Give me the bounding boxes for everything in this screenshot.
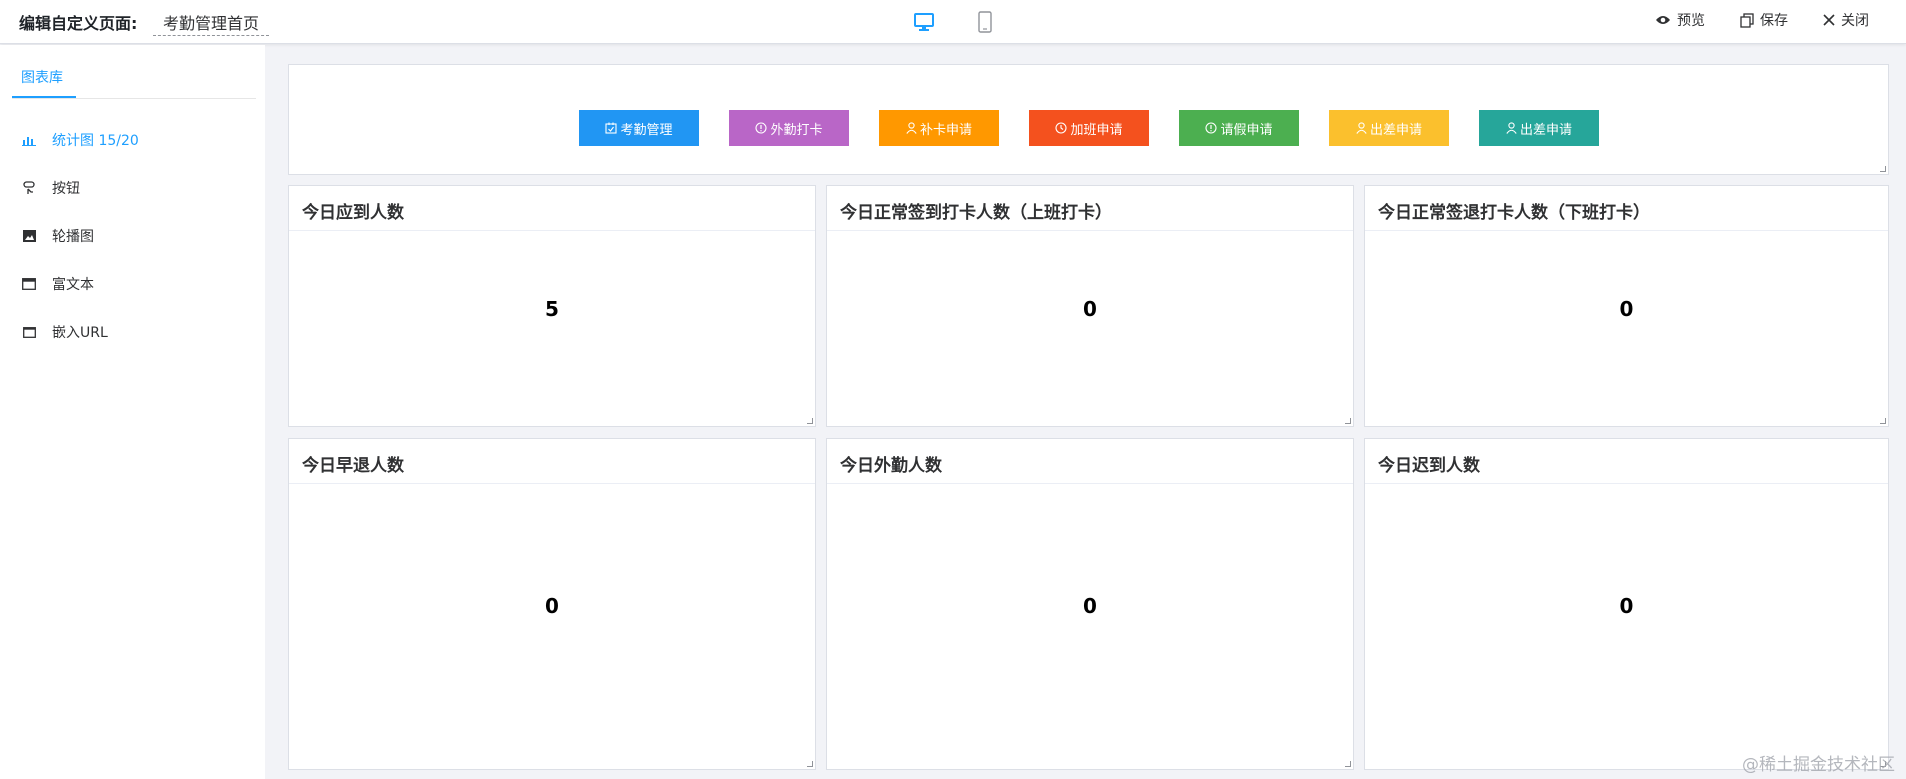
desktop-view-button[interactable]: [911, 9, 937, 35]
sidebar-item-carousel[interactable]: 轮播图: [22, 225, 94, 247]
info-circle-icon: [755, 122, 768, 134]
sidebar-item-label: 按钮: [52, 181, 80, 197]
check-calendar-icon: [605, 122, 618, 134]
page-title-label: 编辑自定义页面:: [19, 14, 138, 33]
user-icon: [906, 122, 917, 134]
resize-handle[interactable]: [1345, 418, 1351, 424]
quick-button-label: 考勤管理: [620, 121, 673, 137]
quick-button-label: 请假申请: [1220, 121, 1273, 137]
user-icon: [1506, 122, 1517, 134]
close-icon: [1823, 14, 1835, 26]
resize-handle[interactable]: [1345, 761, 1351, 767]
embed-url-icon: [22, 325, 36, 339]
tab-chart-library[interactable]: 图表库: [21, 67, 63, 97]
card-title: 今日应到人数: [289, 186, 815, 231]
eye-icon: [1656, 16, 1670, 24]
page-name-field[interactable]: 考勤管理首页: [153, 10, 270, 36]
clock-icon: [1055, 122, 1068, 134]
quick-button-panel[interactable]: 考勤管理 外勤打卡 补卡申请 加班申请 请假申请 出差申请 出差申请: [288, 64, 1889, 175]
rich-text-icon: [22, 277, 36, 291]
design-canvas: 考勤管理 外勤打卡 补卡申请 加班申请 请假申请 出差申请 出差申请 今日应到人…: [265, 45, 1906, 779]
save-button[interactable]: 保存: [1740, 10, 1788, 30]
desktop-icon: [914, 13, 934, 31]
sidebar-item-button[interactable]: 按钮: [22, 177, 80, 199]
sidebar-item-label: 富文本: [52, 277, 94, 293]
resize-handle[interactable]: [807, 761, 813, 767]
sidebar: 图表库 统计图 15/20 按钮 轮播图 富文本 嵌入URL: [0, 45, 265, 779]
top-bar: 编辑自定义页面: 考勤管理首页 预览 保存 关闭: [0, 0, 1906, 44]
card-value: 0: [1619, 297, 1634, 321]
bar-chart-icon: [22, 133, 36, 147]
close-label: 关闭: [1841, 13, 1869, 29]
active-tab-indicator: [12, 96, 76, 98]
mobile-icon: [978, 11, 992, 33]
sidebar-item-embed-url[interactable]: 嵌入URL: [22, 321, 108, 343]
stat-card[interactable]: 今日外勤人数 0: [826, 438, 1354, 770]
sidebar-item-label: 嵌入URL: [52, 325, 108, 341]
quick-button-attendance[interactable]: 考勤管理: [579, 110, 699, 146]
quick-button-field-checkin[interactable]: 外勤打卡: [729, 110, 849, 146]
watermark: @稀土掘金技术社区: [1742, 755, 1895, 775]
card-title: 今日正常签到打卡人数（上班打卡）: [827, 186, 1353, 231]
card-value: 0: [1083, 594, 1097, 618]
resize-handle[interactable]: [1880, 418, 1886, 424]
sidebar-item-rich-text[interactable]: 富文本: [22, 273, 94, 295]
preview-button[interactable]: 预览: [1655, 10, 1705, 30]
stat-card[interactable]: 今日正常签到打卡人数（上班打卡） 0: [826, 185, 1354, 427]
sidebar-divider: [12, 98, 256, 99]
card-value: 0: [1619, 594, 1634, 618]
mobile-view-button[interactable]: [972, 9, 998, 35]
card-title: 今日正常签退打卡人数（下班打卡）: [1365, 186, 1888, 231]
save-label: 保存: [1760, 13, 1788, 29]
sidebar-item-label: 统计图 15/20: [52, 133, 139, 149]
info-circle-icon: [1205, 122, 1218, 134]
sidebar-item-label: 轮播图: [52, 229, 94, 245]
card-title: 今日早退人数: [289, 439, 815, 484]
quick-button-label: 补卡申请: [919, 121, 972, 137]
resize-handle[interactable]: [807, 418, 813, 424]
quick-button-label: 外勤打卡: [770, 121, 823, 137]
quick-button-label: 出差申请: [1519, 121, 1572, 137]
quick-button-business-trip[interactable]: 出差申请: [1329, 110, 1449, 146]
card-value: 5: [545, 297, 559, 321]
close-button[interactable]: 关闭: [1823, 10, 1869, 30]
quick-button-leave[interactable]: 请假申请: [1179, 110, 1299, 146]
quick-button-overtime[interactable]: 加班申请: [1029, 110, 1149, 146]
copy-save-icon: [1740, 12, 1754, 28]
image-icon: [22, 229, 36, 243]
card-value: 0: [1083, 297, 1097, 321]
stat-card[interactable]: 今日正常签退打卡人数（下班打卡） 0: [1364, 185, 1889, 427]
quick-button-label: 加班申请: [1070, 121, 1123, 137]
stat-card[interactable]: 今日应到人数 5: [288, 185, 816, 427]
quick-button-makeup-card[interactable]: 补卡申请: [879, 110, 999, 146]
quick-button-label: 出差申请: [1369, 121, 1422, 137]
card-title: 今日迟到人数: [1365, 439, 1888, 484]
card-title: 今日外勤人数: [827, 439, 1353, 484]
quick-button-business-trip-2[interactable]: 出差申请: [1479, 110, 1599, 146]
user-icon: [1356, 122, 1367, 134]
resize-handle[interactable]: [1880, 166, 1886, 172]
button-icon: [22, 181, 36, 195]
stat-card[interactable]: 今日早退人数 0: [288, 438, 816, 770]
preview-label: 预览: [1677, 13, 1705, 29]
card-value: 0: [545, 594, 559, 618]
stat-card[interactable]: 今日迟到人数 0: [1364, 438, 1889, 770]
sidebar-item-statistics[interactable]: 统计图 15/20: [22, 129, 139, 151]
